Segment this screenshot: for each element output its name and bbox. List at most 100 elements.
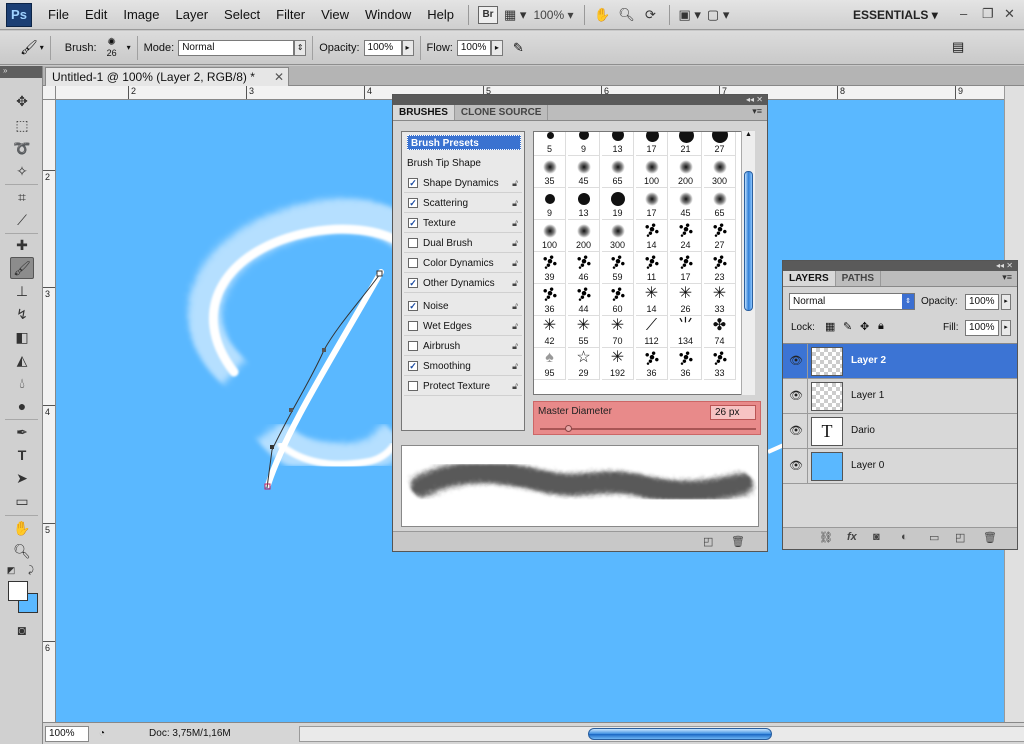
brush-preset[interactable]: ✳ 192 (602, 348, 634, 380)
brush-preset[interactable]: 5 (534, 132, 566, 156)
brush-preset[interactable]: 60 (602, 284, 634, 316)
checkbox[interactable] (408, 321, 418, 331)
layer-name[interactable]: Layer 0 (851, 460, 884, 471)
brush-preset[interactable]: ♠ 95 (534, 348, 566, 380)
brush-preset[interactable]: 200 (568, 220, 600, 252)
clone-stamp-tool-icon[interactable]: ⊥ (10, 280, 34, 302)
adjustment-layer-icon[interactable]: ◐ (901, 531, 908, 543)
lock-icon[interactable]: 🔓︎ (512, 321, 518, 332)
brush-preset[interactable]: 9 (534, 188, 566, 220)
layer-name[interactable]: Layer 2 (851, 355, 886, 366)
flow-slider-arrow-icon[interactable]: ▸ (490, 39, 503, 56)
eye-icon[interactable]: 👁︎ (787, 459, 805, 473)
brush-option-color-dynamics[interactable]: Color Dynamics 🔓︎ (404, 254, 522, 273)
history-brush-tool-icon[interactable]: ↯ (10, 303, 34, 325)
brush-option-protect-texture[interactable]: Protect Texture 🔓︎ (404, 377, 522, 396)
close-icon[interactable]: ✕ (274, 70, 284, 84)
brush-preset[interactable]: 9 (568, 132, 600, 156)
brush-preset[interactable]: 45 (568, 156, 600, 188)
default-colors-icon[interactable]: ◩ (4, 564, 18, 576)
paint-bucket-tool-icon[interactable]: ◭ (10, 349, 34, 371)
horizontal-scrollbar[interactable] (299, 726, 1024, 742)
flow-input[interactable]: 100% (456, 39, 491, 56)
healing-brush-tool-icon[interactable]: ✚ (10, 234, 34, 256)
brush-preset[interactable]: 39 (534, 252, 566, 284)
lock-all-icon[interactable]: 🔒︎ (878, 320, 884, 333)
layer-name[interactable]: Dario (851, 425, 875, 436)
checkbox[interactable] (408, 238, 418, 248)
minimize-icon[interactable]: – (960, 6, 967, 21)
type-tool-icon[interactable]: T (10, 444, 34, 466)
brush-preset[interactable]: 14 (636, 220, 668, 252)
checkbox[interactable]: ✓ (408, 218, 418, 228)
brush-preset[interactable]: 36 (670, 348, 702, 380)
brush-preset[interactable]: 13 (602, 132, 634, 156)
brush-option-shape-dynamics[interactable]: ✓ Shape Dynamics 🔓︎ (404, 174, 522, 193)
lock-icon[interactable]: 🔓︎ (512, 198, 518, 209)
brush-option-smoothing[interactable]: ✓ Smoothing 🔓︎ (404, 357, 522, 376)
lock-icon[interactable]: 🔓︎ (512, 178, 518, 189)
brush-preset[interactable]: 17 (636, 132, 668, 156)
scroll-up-icon[interactable]: ▲ (742, 131, 755, 138)
zoom-tool-button[interactable]: 🔍︎ (615, 4, 639, 26)
lock-icon[interactable]: 🔓︎ (512, 341, 518, 352)
brush-tip-shape-item[interactable]: Brush Tip Shape (407, 158, 481, 169)
close-icon[interactable]: ✕ (756, 95, 763, 104)
menu-file[interactable]: File (40, 7, 77, 22)
layer-name[interactable]: Layer 1 (851, 390, 884, 401)
lock-icon[interactable]: 🔓︎ (512, 278, 518, 289)
menu-filter[interactable]: Filter (268, 7, 313, 22)
checkbox[interactable] (408, 341, 418, 351)
marquee-tool-icon[interactable]: ⬚ (10, 114, 34, 136)
rotate-view-button[interactable]: ⟳ (639, 4, 663, 26)
brush-preset[interactable]: 200 (670, 156, 702, 188)
blur-tool-icon[interactable]: 💧︎ (10, 372, 34, 394)
brush-preset[interactable]: 45 (670, 188, 702, 220)
master-diameter-slider-knob[interactable] (565, 425, 572, 432)
brush-preset[interactable]: 33 (704, 348, 736, 380)
brushes-panel-toggle-icon[interactable]: ▤ (952, 39, 964, 55)
brush-preset[interactable]: 19 (602, 188, 634, 220)
zoom-field[interactable]: 100% (45, 725, 89, 742)
lock-icon[interactable]: 🔓︎ (512, 381, 518, 392)
eraser-tool-icon[interactable]: ◧ (10, 326, 34, 348)
brush-preset[interactable]: 300 (602, 220, 634, 252)
master-diameter-input[interactable]: 26 px (710, 405, 756, 420)
fill-arrow-icon[interactable]: ▸ (1001, 320, 1011, 336)
lock-pixels-icon[interactable]: ✎ (843, 320, 852, 333)
checkbox[interactable]: ✓ (408, 301, 418, 311)
brush-option-wet-edges[interactable]: Wet Edges 🔓︎ (404, 317, 522, 336)
brush-preset[interactable]: ☆ 29 (568, 348, 600, 380)
checkbox[interactable]: ✓ (408, 198, 418, 208)
menu-view[interactable]: View (313, 7, 357, 22)
airbrush-icon[interactable]: ✎ (513, 40, 524, 56)
layer-row[interactable]: 👁︎ T Dario (783, 414, 1017, 449)
layer-row[interactable]: 👁︎ Layer 2 (783, 344, 1017, 379)
launch-bridge-button[interactable]: Br (475, 4, 501, 26)
brush-tool-icon[interactable]: 🖌︎ (10, 257, 34, 279)
brush-preset[interactable]: ✳ 55 (568, 316, 600, 348)
brush-preset[interactable]: 46 (568, 252, 600, 284)
lock-position-icon[interactable]: ✥ (860, 320, 869, 333)
brush-option-noise[interactable]: ✓ Noise 🔓︎ (404, 297, 522, 316)
path-anchor[interactable] (322, 348, 326, 352)
tab-brushes[interactable]: BRUSHES (393, 105, 455, 120)
brush-preset[interactable]: 17 (670, 252, 702, 284)
screen-mode-button[interactable]: ▢ ▾ (704, 4, 732, 26)
brush-preset[interactable]: ✤ 74 (704, 316, 736, 348)
checkbox[interactable]: ✓ (408, 178, 418, 188)
close-icon[interactable]: ✕ (1006, 261, 1013, 270)
trash-icon[interactable]: 🗑︎ (731, 535, 745, 548)
pen-tool-icon[interactable]: ✒ (10, 421, 34, 443)
menu-help[interactable]: Help (419, 7, 462, 22)
checkbox[interactable] (408, 381, 418, 391)
mode-select[interactable]: Normal (178, 39, 295, 56)
brush-preset[interactable]: 300 (704, 156, 736, 188)
checkbox[interactable]: ✓ (408, 361, 418, 371)
new-layer-icon[interactable]: ◰ (955, 531, 965, 544)
path-selection-tool-icon[interactable]: ➤ (10, 467, 34, 489)
move-tool-icon[interactable]: ✥ (10, 90, 34, 112)
brush-grid-scrollbar[interactable]: ▲ (741, 131, 755, 395)
brush-preset[interactable]: 13 (568, 188, 600, 220)
zoom-tool-icon[interactable]: 🔍︎ (10, 540, 34, 562)
